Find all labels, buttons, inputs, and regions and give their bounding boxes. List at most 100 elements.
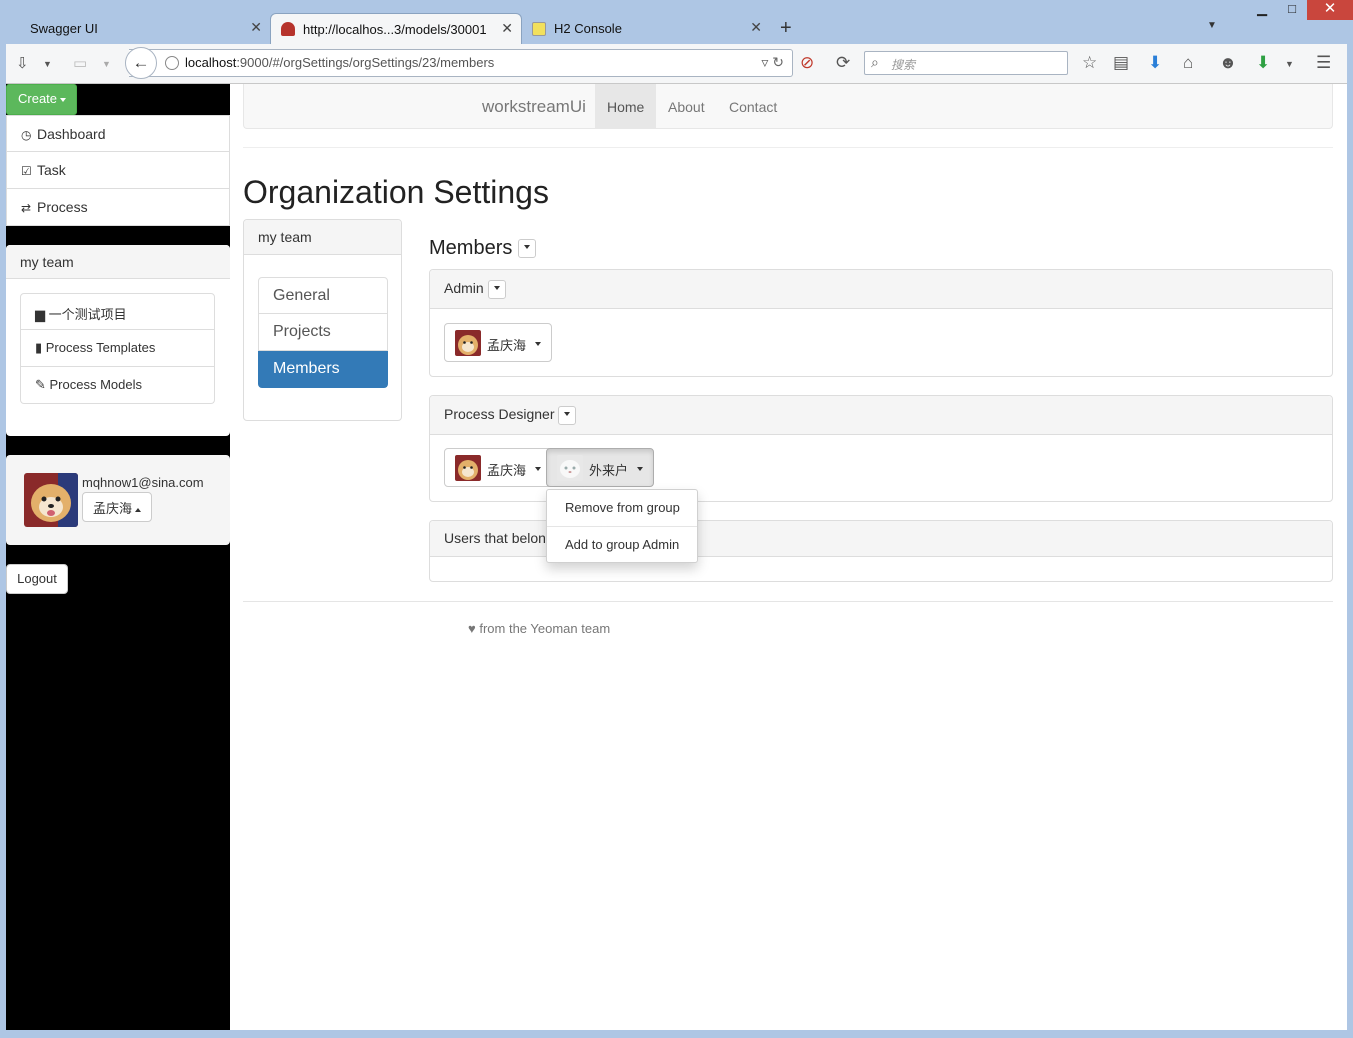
home-icon[interactable]: ⌂: [1183, 53, 1193, 73]
app-navbar: workstreamUi Home About Contact: [243, 84, 1333, 129]
chat-icon[interactable]: ☻: [1219, 53, 1237, 73]
url-bar[interactable]: localhost:9000/#/orgSettings/orgSettings…: [129, 49, 793, 77]
member-dropdown-menu: Remove from group Add to group Admin: [546, 489, 698, 563]
menu-icon[interactable]: ☰: [1316, 53, 1331, 73]
create-button[interactable]: Create: [6, 84, 77, 115]
block-icon[interactable]: ⊘: [800, 53, 814, 73]
clock-icon: ◷: [21, 128, 32, 142]
sync-icon[interactable]: ⟳: [836, 53, 850, 73]
tab-members[interactable]: Members: [258, 351, 388, 388]
tab-general[interactable]: General: [258, 277, 388, 314]
maximize-icon[interactable]: □: [1277, 0, 1307, 20]
url-text[interactable]: localhost:9000/#/orgSettings/orgSettings…: [185, 55, 494, 70]
footer: ♥ from the Yeoman team: [468, 621, 611, 636]
caret-down-icon: [535, 467, 542, 471]
avatar: [24, 473, 78, 527]
retweet-icon: ⇄: [21, 201, 32, 215]
team-item-process-models[interactable]: ✎ Process Models: [20, 367, 215, 404]
pencil-icon: ✎: [35, 377, 50, 392]
tab-list-chevron-icon[interactable]: ▼: [1207, 20, 1217, 31]
nav-home[interactable]: Home: [595, 84, 657, 129]
nav-about[interactable]: About: [656, 84, 717, 129]
group-header: Process Designer: [430, 396, 1332, 435]
addon-icon[interactable]: ⬇: [1256, 53, 1270, 73]
tab-models[interactable]: http://localhos...3/models/30001 ✕: [270, 13, 522, 44]
chevron-down-icon[interactable]: ▼: [1285, 59, 1294, 69]
clipboard-icon: ▭: [73, 55, 88, 72]
bookmark-star-icon[interactable]: ☆: [1082, 53, 1097, 73]
brand[interactable]: workstreamUi: [482, 97, 586, 117]
team-panel-title: my team: [6, 245, 230, 279]
group-panel-admin: Admin 孟庆海: [429, 269, 1333, 377]
caret-down-icon: [60, 97, 67, 102]
group-dropdown-button[interactable]: [558, 406, 577, 425]
reading-list-icon[interactable]: ▤: [1113, 53, 1129, 73]
search-placeholder: 搜索: [891, 58, 916, 72]
user-menu-button[interactable]: 孟庆海: [82, 492, 153, 522]
caret-down-icon: [637, 467, 644, 471]
caret-down-icon: [564, 412, 571, 417]
sidebar: Create ◷ Dashboard ☑ Task ⇄ Process my team…: [6, 84, 230, 1030]
group-dropdown-button[interactable]: [487, 280, 506, 299]
members-dropdown-button[interactable]: [517, 239, 536, 259]
logout-button[interactable]: Logout: [6, 564, 68, 594]
group-header: Admin: [430, 270, 1332, 309]
globe-icon: [165, 56, 179, 70]
sidebar-item-dashboard[interactable]: ◷ Dashboard: [6, 115, 230, 152]
tab-title: Swagger UI: [30, 21, 98, 36]
caret-down-icon: [523, 244, 530, 249]
page-favicon-icon: [532, 21, 546, 36]
sidebar-item-process[interactable]: ⇄ Process: [6, 189, 230, 226]
sidebar-item-task[interactable]: ☑ Task: [6, 152, 230, 189]
caret-down-icon: [493, 286, 500, 291]
settings-panel: my team General Projects Members: [243, 219, 402, 421]
reload-icon[interactable]: ▿ ↻: [761, 54, 784, 71]
back-button[interactable]: ←: [125, 47, 157, 79]
user-panel: mqhnow1@sina.com 孟庆海: [6, 455, 230, 545]
member-button-active[interactable]: 外来户: [546, 448, 655, 487]
group-panel-process-designer: Process Designer 孟庆海 外来户: [429, 395, 1333, 502]
close-tab-icon[interactable]: ✕: [750, 19, 762, 36]
page-viewport: Create ◷ Dashboard ☑ Task ⇄ Process my team…: [6, 84, 1347, 1030]
heart-icon: ♥: [468, 621, 476, 636]
search-input[interactable]: ⌕ 搜索: [864, 51, 1068, 75]
chevron-down-icon: ▼: [102, 59, 111, 69]
tab-swagger[interactable]: Swagger UI ✕: [14, 13, 270, 44]
new-tab-button[interactable]: +: [780, 17, 792, 40]
member-button[interactable]: 孟庆海: [444, 448, 553, 487]
caret-down-icon: [535, 342, 542, 346]
briefcase-icon: ▆: [35, 307, 49, 322]
tab-h2-console[interactable]: H2 Console ✕: [524, 13, 770, 44]
close-tab-icon[interactable]: ✕: [250, 19, 262, 36]
browser-toolbar: ⇩ ▼ ▭ ▼ localhost:9000/#/orgSettings/org…: [6, 44, 1347, 84]
page-title: Organization Settings: [243, 174, 549, 210]
downloads-arrow-icon[interactable]: ⇩: [16, 54, 29, 72]
chevron-down-icon[interactable]: ▼: [43, 59, 52, 69]
sidebar-menu: ◷ Dashboard ☑ Task ⇄ Process: [6, 115, 230, 226]
tab-title: H2 Console: [554, 21, 622, 36]
nav-contact[interactable]: Contact: [717, 84, 789, 129]
close-window-icon[interactable]: ✕: [1307, 0, 1353, 20]
avatar: [455, 330, 481, 356]
add-to-group-admin-item[interactable]: Add to group Admin: [547, 527, 697, 563]
avatar: [557, 455, 583, 481]
page-favicon-icon: [281, 22, 295, 36]
tab-projects[interactable]: Projects: [258, 314, 388, 351]
divider: [243, 147, 1333, 148]
minimize-icon[interactable]: ▁: [1247, 0, 1277, 20]
remove-from-group-item[interactable]: Remove from group: [547, 490, 697, 526]
download-icon[interactable]: ⬇: [1148, 53, 1162, 73]
window-controls: ▁ □ ✕: [1247, 0, 1353, 20]
settings-panel-title: my team: [244, 220, 401, 255]
settings-nav: General Projects Members: [258, 277, 388, 388]
file-icon: ▮: [35, 340, 46, 355]
close-tab-icon[interactable]: ✕: [501, 20, 513, 37]
members-heading: Members: [429, 237, 536, 260]
divider: [243, 601, 1333, 602]
user-email: mqhnow1@sina.com: [82, 475, 204, 490]
tab-title: http://localhos...3/models/30001: [303, 21, 487, 37]
team-item-process-templates[interactable]: ▮ Process Templates: [20, 330, 215, 367]
search-icon: ⌕: [871, 54, 879, 70]
member-button[interactable]: 孟庆海: [444, 323, 553, 362]
team-item-project[interactable]: ▆ 一个测试项目: [20, 293, 215, 330]
